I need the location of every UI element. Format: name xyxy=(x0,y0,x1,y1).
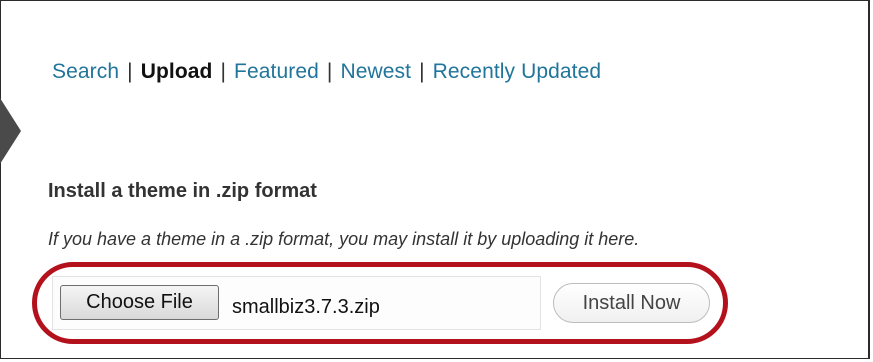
nav-separator: | xyxy=(326,60,333,83)
nav-separator: | xyxy=(127,60,133,83)
nav-featured-link[interactable]: Featured xyxy=(234,60,319,83)
nav-recently-updated-link[interactable]: Recently Updated xyxy=(433,60,602,83)
highlight-annotation-ring xyxy=(32,262,728,344)
nav-separator: | xyxy=(419,60,425,83)
nav-separator: | xyxy=(220,60,227,83)
side-arrow-icon xyxy=(0,98,21,164)
section-heading: Install a theme in .zip format xyxy=(48,180,317,202)
theme-install-subnav: Search | Upload | Featured | Newest | Recently U… xyxy=(52,60,601,84)
nav-search-link[interactable]: Search xyxy=(52,60,119,83)
nav-newest-link[interactable]: Newest xyxy=(340,60,411,83)
section-description: If you have a theme in a .zip format, yo… xyxy=(48,229,640,249)
nav-upload-current[interactable]: Upload xyxy=(141,60,213,83)
